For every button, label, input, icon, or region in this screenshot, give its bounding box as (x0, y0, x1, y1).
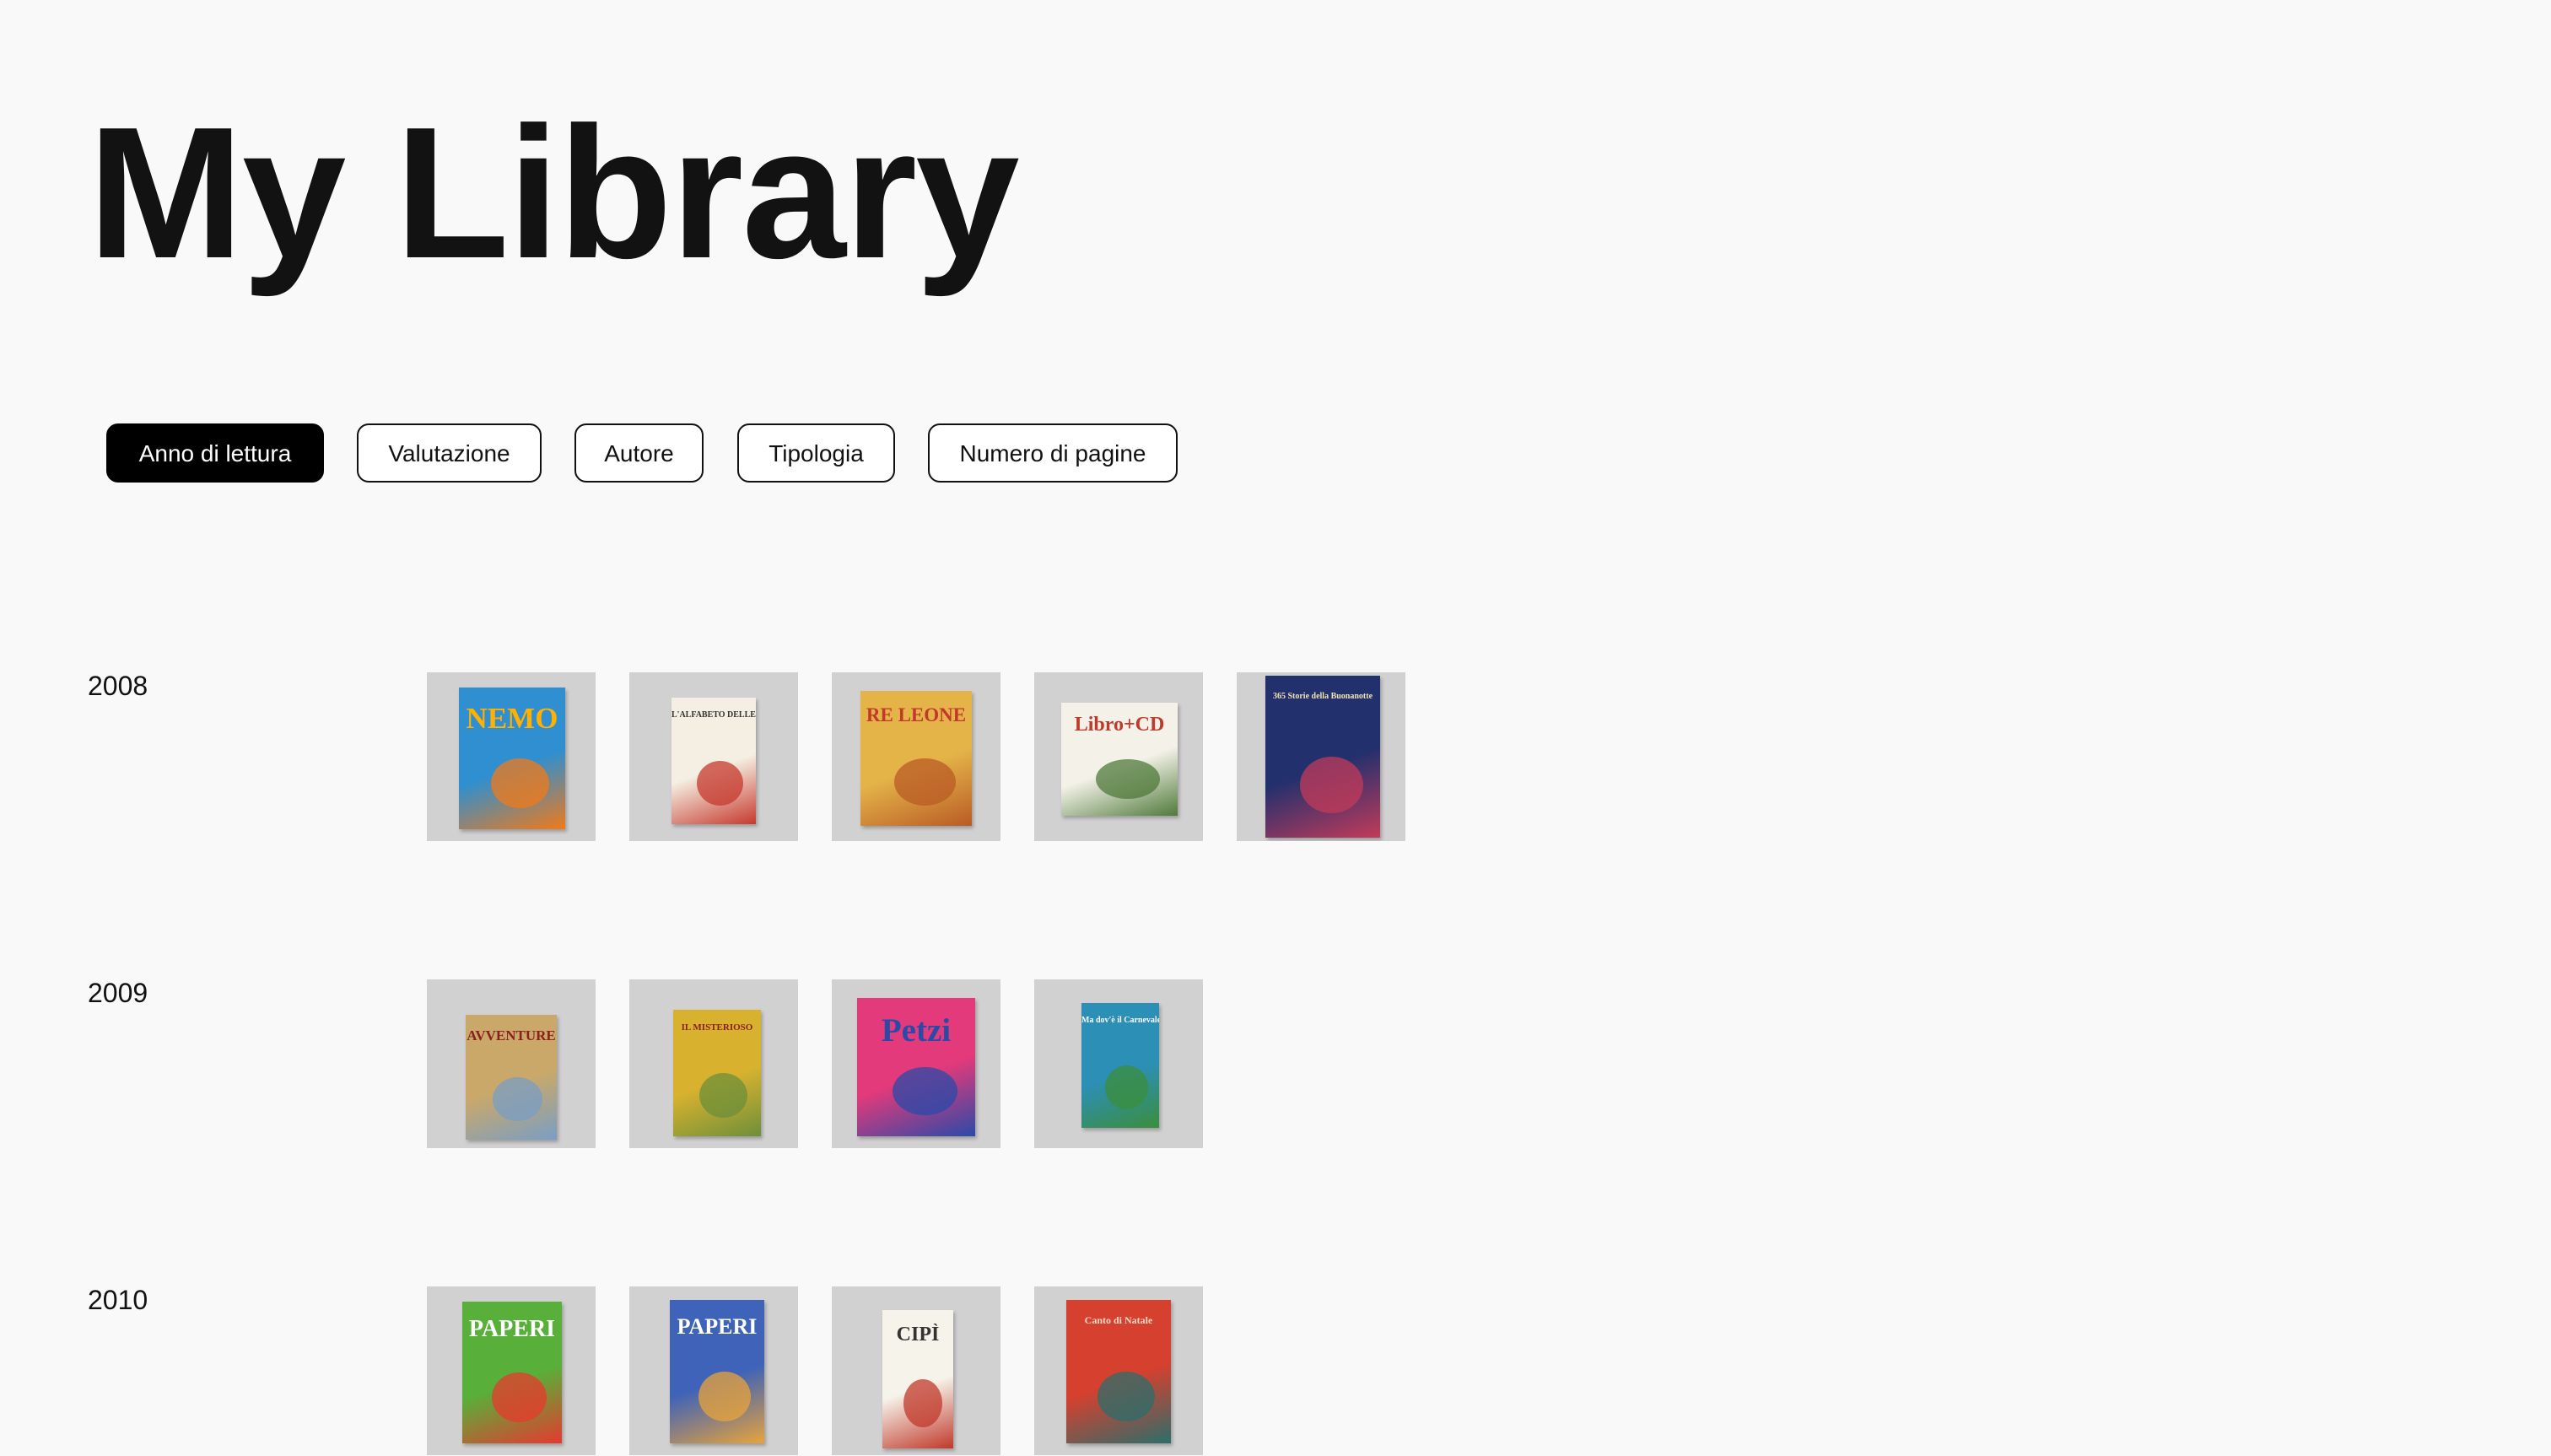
book-cover: NEMO (459, 688, 565, 829)
cover-illustration (698, 1372, 751, 1421)
book-cover: RE LEONE (860, 691, 972, 826)
book-cover: PAPERI (462, 1302, 562, 1443)
book-cover: 365 Storie della Buonanotte (1265, 676, 1380, 838)
cover-illustration (699, 1073, 747, 1118)
book-thumbnail[interactable]: IL MISTERIOSO (629, 979, 798, 1148)
cover-title: L'ALFABETO DELLE FIABE (671, 710, 756, 720)
cover-illustration (492, 1372, 547, 1422)
year-section: 2008 NEMO L'ALFABETO DELLE FIABE RE LEONE Li… (0, 672, 2551, 841)
year-label: 2010 (88, 1285, 148, 1315)
cover-title: NEMO (466, 702, 558, 735)
filter-valutazione[interactable]: Valutazione (357, 423, 542, 483)
cover-illustration (493, 1077, 542, 1121)
book-thumbnail[interactable]: L'ALFABETO DELLE FIABE (629, 672, 798, 841)
book-cover: IL MISTERIOSO (673, 1010, 761, 1136)
cover-illustration (903, 1379, 942, 1427)
book-thumbnail[interactable]: Libro+CD (1034, 672, 1203, 841)
filter-autore[interactable]: Autore (574, 423, 704, 483)
cover-title: IL MISTERIOSO (681, 1022, 753, 1033)
book-thumbnail[interactable]: 365 Storie della Buonanotte (1237, 672, 1405, 841)
cover-title: Petzi (881, 1012, 952, 1049)
cover-illustration (893, 1067, 957, 1115)
cover-title: Libro+CD (1074, 714, 1165, 736)
book-thumbnail[interactable]: NEMO (427, 672, 596, 841)
cover-illustration (1300, 757, 1363, 813)
book-thumbnail[interactable]: Ma dov'è il Carnevale? (1034, 979, 1203, 1148)
cover-title: 365 Storie della Buonanotte (1272, 692, 1373, 701)
cover-title: PAPERI (468, 1316, 556, 1342)
book-cover: CIPÌ (882, 1310, 953, 1448)
cover-title: Ma dov'è il Carnevale? (1081, 1016, 1159, 1025)
cover-title: AVVENTURE (467, 1027, 556, 1043)
book-thumbnail[interactable]: Canto di Natale (1034, 1286, 1203, 1455)
book-thumbnail[interactable]: Petzi (832, 979, 1000, 1148)
cover-illustration (1096, 759, 1160, 799)
cover-illustration (1105, 1065, 1148, 1109)
cover-title: PAPERI (677, 1314, 758, 1339)
book-cover: L'ALFABETO DELLE FIABE (671, 698, 756, 824)
book-cover: AVVENTURE (466, 1015, 557, 1140)
year-label: 2009 (88, 978, 148, 1008)
book-cover: Libro+CD (1061, 703, 1178, 816)
book-thumbnail[interactable]: PAPERI (427, 1286, 596, 1455)
filter-tipologia[interactable]: Tipologia (737, 423, 895, 483)
book-thumbnail[interactable]: AVVENTURE (427, 979, 596, 1148)
book-thumbnail[interactable]: CIPÌ (832, 1286, 1000, 1455)
filter-anno-di-lettura[interactable]: Anno di lettura (106, 423, 324, 483)
book-cover: Petzi (857, 998, 975, 1136)
book-thumbnail[interactable]: RE LEONE (832, 672, 1000, 841)
book-cover: Canto di Natale (1066, 1300, 1171, 1443)
cover-title: Canto di Natale (1084, 1314, 1153, 1326)
year-label: 2008 (88, 671, 148, 701)
year-section: 2009 AVVENTURE IL MISTERIOSO Petzi Ma dov'è … (0, 979, 2551, 1148)
book-cover: Ma dov'è il Carnevale? (1081, 1003, 1159, 1128)
book-thumbnail[interactable]: PAPERI (629, 1286, 798, 1455)
cover-illustration (1098, 1372, 1155, 1421)
cover-title: RE LEONE (866, 704, 967, 725)
cover-illustration (697, 761, 743, 806)
page-title: My Library (88, 89, 1020, 298)
filter-numero-di-pagine[interactable]: Numero di pagine (928, 423, 1178, 483)
cover-illustration (491, 758, 549, 808)
year-section: 2010 PAPERI PAPERI CIPÌ Canto di Natale (0, 1286, 2551, 1455)
cover-title: CIPÌ (896, 1324, 940, 1345)
book-cover: PAPERI (670, 1300, 764, 1443)
cover-illustration (894, 758, 956, 806)
